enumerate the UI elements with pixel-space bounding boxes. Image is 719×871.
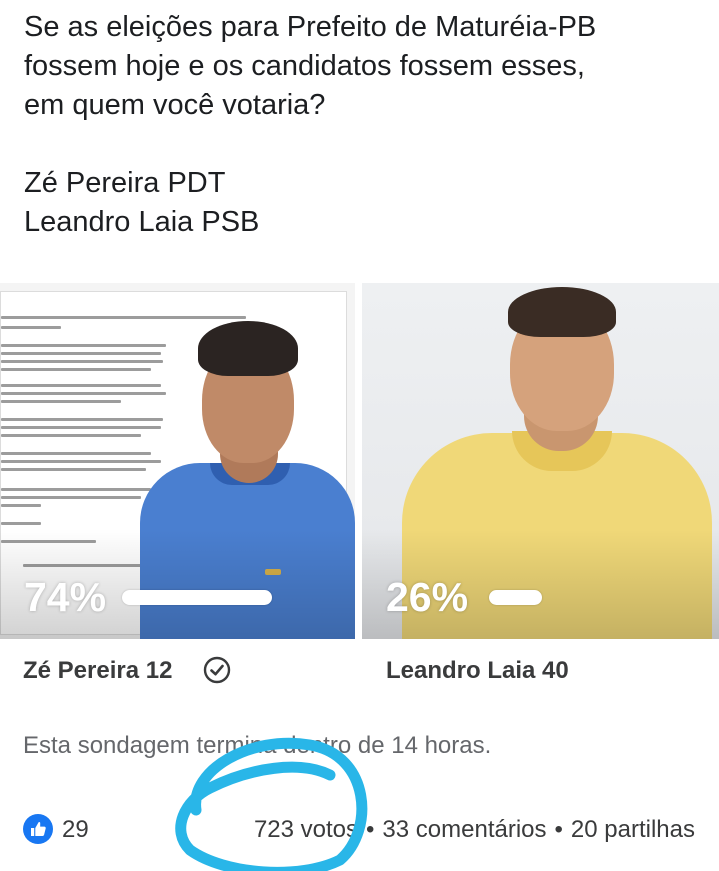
result-bar xyxy=(122,590,272,605)
candidate-line: Leandro Laia PSB xyxy=(24,206,260,238)
percent-label: 26% xyxy=(386,574,469,620)
check-circle-icon xyxy=(203,656,231,684)
separator-dot: • xyxy=(554,816,563,843)
percent-label: 74% xyxy=(24,574,107,620)
votes-count[interactable]: 723 votos xyxy=(254,816,358,843)
post-text: Se as eleições para Prefeito de Maturéia… xyxy=(24,8,694,242)
question-line: Se as eleições para Prefeito de Maturéia… xyxy=(24,11,597,43)
post-footer: 29 723 votos • 33 comentários • 20 partilhas xyxy=(0,812,719,848)
reaction-count[interactable]: 29 xyxy=(62,815,89,845)
shares-count[interactable]: 20 partilhas xyxy=(571,816,695,843)
poll-option-ze-pereira[interactable]: 74% xyxy=(0,283,355,639)
question-line: em quem você votaria? xyxy=(24,89,326,121)
separator-dot: • xyxy=(366,816,375,843)
post-stats: 723 votos • 33 comentários • 20 partilhas xyxy=(254,815,695,845)
like-icon[interactable] xyxy=(23,814,53,844)
comments-count[interactable]: 33 comentários xyxy=(382,816,546,843)
candidate-line: Zé Pereira PDT xyxy=(24,167,226,199)
poll: 74% 26% xyxy=(0,283,719,639)
poll-option-label[interactable]: Zé Pereira 12 xyxy=(23,656,172,686)
poll-option-label[interactable]: Leandro Laia 40 xyxy=(386,656,569,686)
poll-option-leandro-laia[interactable]: 26% xyxy=(362,283,719,639)
poll-status: Esta sondagem termina dentro de 14 horas… xyxy=(23,732,492,759)
question-line: fossem hoje e os candidatos fossem esses… xyxy=(24,50,585,82)
result-bar xyxy=(489,590,542,605)
